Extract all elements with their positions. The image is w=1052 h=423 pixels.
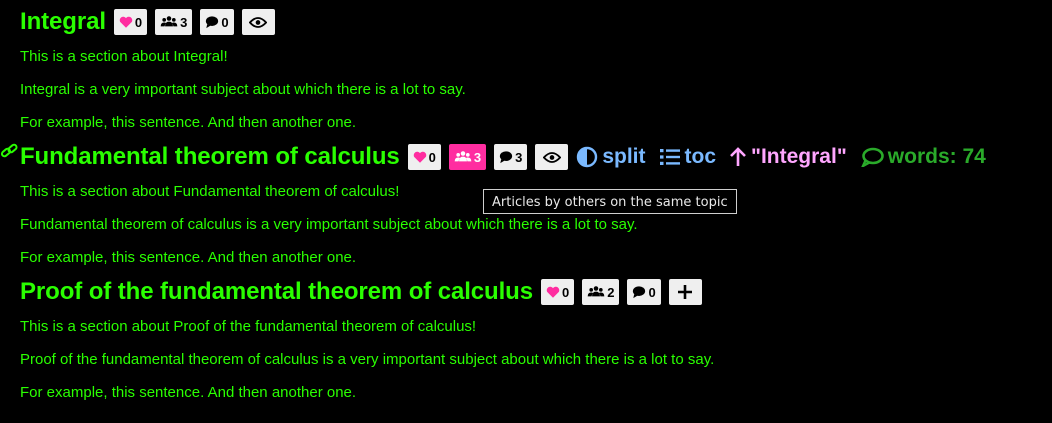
like-count: 0 [561,284,570,300]
watch-button[interactable] [241,9,275,35]
eye-icon [543,151,561,164]
comments-button[interactable]: 3 [494,144,528,170]
link-icon[interactable] [0,143,20,163]
section-title[interactable]: Integral [20,8,106,36]
paragraph: This is a section about Proof of the fun… [20,318,477,335]
comments-button[interactable]: 0 [627,279,661,305]
articles-by-others-button[interactable]: 3 [448,144,487,170]
comment-outline-icon [861,147,884,167]
section-heading: Proof of the fundamental theorem of calc… [20,274,1052,310]
section-integral: Integral 0 3 0 This is a section about I… [0,0,1052,139]
like-button[interactable]: 0 [407,144,441,170]
like-count: 0 [428,149,436,165]
split-link[interactable]: split [576,145,646,169]
users-icon [454,150,472,164]
like-count: 0 [134,14,143,30]
half-circle-icon [577,146,598,168]
comment-icon [205,15,219,29]
section-heading: Fundamental theorem of calculus 0 3 3 sp… [20,139,1052,175]
comment-count: 3 [515,149,523,165]
paragraph: This is a section about Integral! [20,48,228,65]
eye-icon [249,16,267,29]
words-label: words: 74 [887,145,986,168]
split-label: split [602,145,646,168]
comment-icon [499,150,513,164]
section-proof: Proof of the fundamental theorem of calc… [0,274,1052,409]
comment-icon [632,285,646,299]
words-link[interactable]: words: 74 [860,145,986,169]
others-count: 2 [607,284,615,300]
comments-button[interactable]: 0 [200,9,234,35]
paragraph: For example, this sentence. And then ano… [20,114,357,131]
section-title[interactable]: Fundamental theorem of calculus [20,143,400,171]
like-button[interactable]: 0 [540,279,575,305]
parent-label: "Integral" [751,145,847,168]
tooltip: Articles by others on the same topic [483,189,737,214]
watch-button[interactable] [535,144,569,170]
articles-by-others-button[interactable]: 3 [155,9,193,35]
articles-by-others-button[interactable]: 2 [582,279,620,305]
heart-icon [119,15,133,29]
users-icon [160,15,178,29]
list-icon [659,149,680,165]
toc-label: toc [684,145,717,168]
others-count: 3 [473,149,482,165]
section-heading: Integral 0 3 0 [20,4,1052,40]
section-title[interactable]: Proof of the fundamental theorem of calc… [20,278,533,306]
paragraph: Proof of the fundamental theorem of calc… [20,351,715,368]
paragraph: Integral is a very important subject abo… [20,81,466,98]
others-count: 3 [180,14,188,30]
arrow-up-icon [730,147,746,166]
heart-icon [413,150,427,164]
like-button[interactable]: 0 [113,9,148,35]
toc-link[interactable]: toc [659,145,717,169]
comment-count: 0 [221,14,229,30]
heart-icon [546,285,560,299]
users-icon [587,285,605,299]
paragraph: For example, this sentence. And then ano… [20,249,357,266]
plus-icon [677,284,693,300]
paragraph: For example, this sentence. And then ano… [20,384,357,401]
new-article-button[interactable] [668,279,702,305]
comment-count: 0 [648,284,656,300]
parent-link[interactable]: "Integral" [729,145,847,169]
